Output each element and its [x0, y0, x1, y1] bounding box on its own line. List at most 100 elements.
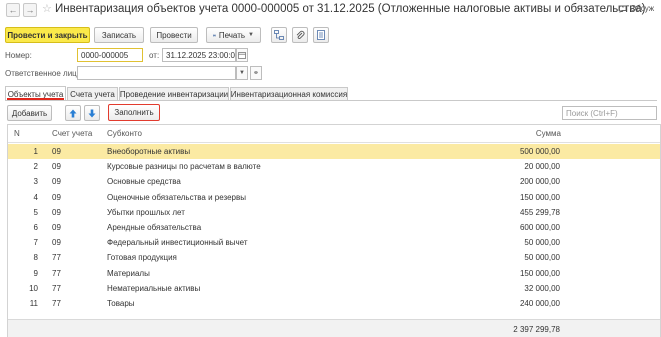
date-field[interactable]: 31.12.2025 23:00:06	[162, 48, 236, 62]
table-row[interactable]: 3 09 Основные средства 200 000,00	[8, 174, 660, 189]
objects-table[interactable]: N Счет учета Субконто Сумма 1 09 Внеоборот…	[7, 124, 661, 337]
row-number: 2	[33, 162, 38, 172]
table-row[interactable]: 8 77 Готовая продукция 50 000,00	[8, 250, 660, 265]
row-subconto: Товары	[107, 299, 135, 309]
move-down-button[interactable]	[84, 105, 100, 121]
row-account: 09	[52, 192, 61, 202]
responsible-label: Ответственное лицо:	[5, 69, 84, 78]
report-button[interactable]	[313, 27, 329, 43]
row-amount: 20 000,00	[524, 162, 560, 172]
row-amount: 240 000,00	[519, 299, 560, 309]
row-subconto: Готовая продукция	[107, 253, 177, 263]
attachment-icon	[296, 30, 305, 39]
row-account: 09	[52, 223, 61, 233]
chevron-down-icon: ▼	[248, 32, 254, 38]
table-row[interactable]: 6 09 Арендные обязательства 600 000,00	[8, 220, 660, 235]
row-amount: 600 000,00	[519, 223, 560, 233]
row-number: 9	[33, 268, 38, 278]
total-amount: 2 397 299,78	[513, 325, 560, 334]
forward-button[interactable]: →	[23, 3, 37, 17]
printer-icon	[213, 33, 216, 37]
back-button[interactable]: ←	[6, 3, 20, 17]
row-amount: 150 000,00	[519, 268, 560, 278]
arrow-up-icon	[69, 109, 77, 117]
responsible-open-button[interactable]: ⚭	[250, 66, 262, 80]
row-amount: 150 000,00	[519, 192, 560, 202]
chat-icon	[618, 5, 627, 13]
number-field[interactable]: 0000-000005	[77, 48, 143, 62]
row-account: 77	[52, 283, 61, 293]
row-amount: 200 000,00	[519, 177, 560, 187]
table-row[interactable]: 5 09 Убытки прошлых лет 455 299,78	[8, 205, 660, 220]
page-title: Инвентаризация объектов учета 0000-00000…	[55, 3, 646, 15]
table-row[interactable]: 4 09 Оценочные обязательства и резервы 150 …	[8, 190, 660, 205]
row-account: 09	[52, 162, 61, 172]
table-row[interactable]: 9 77 Материалы 150 000,00	[8, 266, 660, 281]
row-number: 5	[33, 207, 38, 217]
row-number: 7	[33, 238, 38, 248]
document-structure-icon	[274, 30, 284, 40]
arrow-right-icon: →	[25, 4, 35, 15]
table-row[interactable]: 11 77 Товары 240 000,00	[8, 296, 660, 311]
row-amount: 500 000,00	[519, 147, 560, 157]
date-label: от:	[149, 51, 160, 60]
responsible-dropdown-button[interactable]: ▼	[236, 66, 248, 80]
row-account: 77	[52, 299, 61, 309]
row-number: 11	[29, 299, 38, 309]
move-up-button[interactable]	[65, 105, 81, 121]
row-amount: 50 000,00	[524, 238, 560, 248]
row-account: 77	[52, 253, 61, 263]
row-subconto: Основные средства	[107, 177, 181, 187]
responsible-field[interactable]	[77, 66, 236, 80]
row-subconto: Оценочные обязательства и резервы	[107, 192, 246, 202]
table-footer: 2 397 299,78	[8, 319, 660, 337]
table-row[interactable]: 2 09 Курсовые разницы по расчетам в валюте…	[8, 159, 660, 174]
star-icon[interactable]: ☆	[42, 4, 52, 15]
tab-inventory-posting[interactable]: Проведение инвентаризации	[119, 87, 229, 101]
row-subconto: Внеоборотные активы	[107, 147, 191, 157]
save-button[interactable]: Записать	[94, 27, 144, 43]
search-input[interactable]: Поиск (Ctrl+F)	[562, 106, 657, 120]
row-amount: 455 299,78	[519, 207, 560, 217]
row-account: 09	[52, 177, 61, 187]
row-account: 09	[52, 238, 61, 248]
column-header-account[interactable]: Счет учета	[52, 125, 92, 142]
table-row[interactable]: 10 77 Нематериальные активы 32 000,00	[8, 281, 660, 296]
arrow-down-icon	[88, 109, 96, 117]
row-number: 10	[29, 283, 38, 293]
tabs-divider	[5, 100, 657, 101]
discuss-button[interactable]: Обсуж	[618, 4, 654, 13]
header-divider	[8, 142, 660, 143]
post-button[interactable]: Провести	[150, 27, 198, 43]
column-header-n[interactable]: N	[14, 125, 20, 142]
row-number: 4	[33, 192, 38, 202]
column-header-amount[interactable]: Сумма	[536, 125, 561, 142]
calendar-button[interactable]	[236, 48, 248, 62]
row-subconto: Убытки прошлых лет	[107, 207, 185, 217]
calendar-icon	[238, 52, 246, 59]
table-row[interactable]: 1 09 Внеоборотные активы 500 000,00	[8, 144, 660, 160]
row-subconto: Курсовые разницы по расчетам в валюте	[107, 162, 261, 172]
row-subconto: Федеральный инвестиционный вычет	[107, 238, 248, 248]
column-header-subconto[interactable]: Субконто	[107, 125, 142, 142]
add-button[interactable]: Добавить	[7, 105, 52, 121]
tab-commission[interactable]: Инвентаризационная комиссия	[230, 87, 348, 101]
report-icon	[317, 30, 325, 40]
row-number: 1	[33, 147, 38, 157]
row-number: 8	[33, 253, 38, 263]
link-icon: ⚭	[253, 70, 259, 77]
table-row[interactable]: 7 09 Федеральный инвестиционный вычет 50 00…	[8, 235, 660, 250]
print-label: Печать	[218, 30, 246, 40]
row-account: 09	[52, 147, 61, 157]
discuss-label: Обсуж	[630, 4, 655, 13]
attach-button[interactable]	[292, 27, 308, 43]
structure-button[interactable]	[271, 27, 287, 43]
row-amount: 32 000,00	[524, 283, 560, 293]
post-and-close-button[interactable]: Провести и закрыть	[5, 27, 90, 43]
fill-button[interactable]: Заполнить	[108, 104, 160, 121]
print-button[interactable]: Печать ▼	[206, 27, 261, 43]
tab-accounts[interactable]: Счета учета	[67, 87, 118, 101]
chevron-down-icon: ▼	[239, 70, 245, 76]
number-label: Номер:	[5, 51, 32, 60]
row-subconto: Материалы	[107, 268, 150, 278]
